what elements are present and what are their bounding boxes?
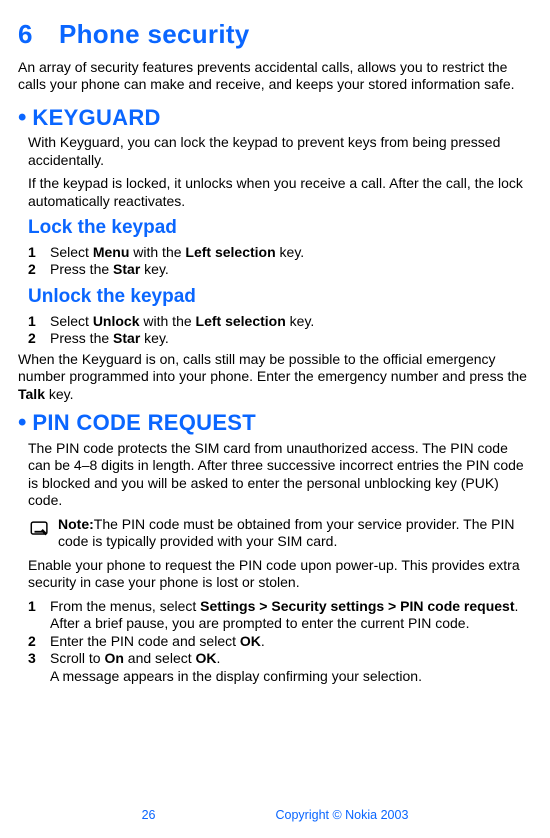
step-text: Press the Star key. [50,261,532,279]
note-block: Note:The PIN code must be obtained from … [28,516,532,551]
step-text: Select Menu with the Left selection key. [50,244,532,262]
subsection-unlock-keypad: Unlock the keypad [28,285,532,309]
lock-step-2: 2 Press the Star key. [28,261,532,279]
section-title-pin: PIN CODE REQUEST [32,409,256,437]
pin-p1: The PIN code protects the SIM card from … [28,440,532,510]
step-number: 2 [28,330,50,348]
step-number: 2 [28,261,50,279]
step-number: 1 [28,244,50,262]
chapter-title: Phone security [59,18,250,51]
keyguard-p1: With Keyguard, you can lock the keypad t… [28,134,532,169]
keyguard-p2: If the keypad is locked, it unlocks when… [28,175,532,210]
step-text: Enter the PIN code and select OK. [50,633,532,651]
pin-step-3: 3 Scroll to On and select OK. A message … [28,650,532,685]
copyright: Copyright © Nokia 2003 [276,808,409,824]
step-number: 2 [28,633,50,651]
step-number: 1 [28,598,50,633]
step-text: Press the Star key. [50,330,532,348]
step-text: Select Unlock with the Left selection ke… [50,313,532,331]
page-number: 26 [142,808,156,824]
pin-step-2: 2 Enter the PIN code and select OK. [28,633,532,651]
lock-step-1: 1 Select Menu with the Left selection ke… [28,244,532,262]
page-footer: 26 Copyright © Nokia 2003 [0,808,550,824]
bullet-icon: • [18,106,26,130]
unlock-step-1: 1 Select Unlock with the Left selection … [28,313,532,331]
section-title-keyguard: KEYGUARD [32,104,160,132]
step-number: 3 [28,650,50,685]
section-keyguard-heading: • KEYGUARD [18,104,532,132]
pin-step-1: 1 From the menus, select Settings > Secu… [28,598,532,633]
note-text: Note:The PIN code must be obtained from … [58,516,532,551]
note-icon [28,518,58,545]
pin-p2: Enable your phone to request the PIN cod… [28,557,532,592]
unlock-step-2: 2 Press the Star key. [28,330,532,348]
chapter-heading: 6 Phone security [18,18,532,51]
step-text: Scroll to On and select OK. A message ap… [50,650,532,685]
unlock-after-paragraph: When the Keyguard is on, calls still may… [18,351,532,404]
bullet-icon: • [18,411,26,435]
step-number: 1 [28,313,50,331]
chapter-number: 6 [18,18,33,51]
step-text: From the menus, select Settings > Securi… [50,598,532,633]
intro-paragraph: An array of security features prevents a… [18,59,532,94]
section-pin-heading: • PIN CODE REQUEST [18,409,532,437]
subsection-lock-keypad: Lock the keypad [28,216,532,240]
